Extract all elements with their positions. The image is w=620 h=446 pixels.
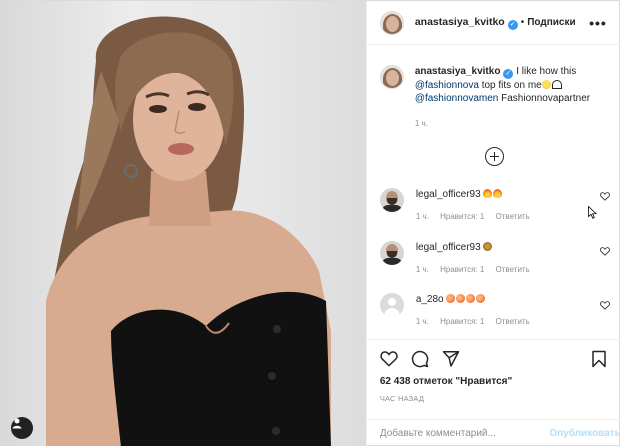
commenter-avatar[interactable] xyxy=(379,241,404,265)
heart-icon[interactable] xyxy=(380,350,398,367)
mention-link[interactable]: @fashionnovamen xyxy=(415,93,499,104)
commenter-username[interactable]: legal_officer93 xyxy=(416,189,481,200)
post-side-panel: anastasiya_kvitko ✓ • Подписки ••• anasta… xyxy=(365,1,620,446)
reply-button[interactable]: Ответить xyxy=(496,317,530,326)
post-photo[interactable] xyxy=(1,1,366,446)
commenter-username[interactable]: legal_officer93 xyxy=(416,242,481,253)
comment-likes-link[interactable]: Нравится: 1 xyxy=(440,212,484,221)
comment-time: 1 ч. xyxy=(415,317,429,326)
fire-emoji-icon xyxy=(483,189,493,198)
load-more-comments-icon[interactable] xyxy=(484,147,504,166)
caption-text-part: top fits on me xyxy=(481,80,542,91)
reply-button[interactable]: Ответить xyxy=(496,265,530,274)
commenter-avatar[interactable] xyxy=(379,293,404,317)
grin-emoji-icon xyxy=(541,80,551,89)
mouse-cursor-icon xyxy=(588,206,597,219)
commenter-avatar[interactable] xyxy=(379,188,404,212)
comment-item: legal_officer93 1 ч. Нравится: 1 Ответит… xyxy=(379,241,615,274)
comment-likes-link[interactable]: Нравится: 1 xyxy=(440,317,484,326)
user-icon xyxy=(12,418,22,429)
verified-badge-icon: ✓ xyxy=(507,19,518,30)
caption-author-avatar[interactable] xyxy=(379,65,404,89)
peach-emoji-icon xyxy=(456,294,466,303)
comment-item: legal_officer93 1 ч. Нравится: 1 Ответит… xyxy=(379,188,615,221)
caption-text: anastasiya_kvitko ✓ I like how this @fash… xyxy=(415,65,590,130)
add-comment-bar: Опубликовать xyxy=(366,419,620,446)
photo-illustration xyxy=(46,16,331,446)
like-comment-heart-icon[interactable] xyxy=(599,301,610,310)
like-comment-heart-icon[interactable] xyxy=(599,247,610,256)
reply-button[interactable]: Ответить xyxy=(496,212,530,221)
bookmark-icon[interactable] xyxy=(591,350,607,368)
white-heart-emoji-icon xyxy=(551,80,562,89)
caption-text-part: I like how this xyxy=(516,66,577,77)
like-comment-heart-icon[interactable] xyxy=(599,192,610,201)
author-username[interactable]: anastasiya_kvitko ✓ xyxy=(415,16,518,30)
peach-emoji-icon xyxy=(446,294,456,303)
caption-text-part: Fashionnovapartner xyxy=(501,93,591,104)
comment-icon[interactable] xyxy=(411,350,429,368)
peach-emoji-icon xyxy=(466,294,476,303)
comment-item: a_28o 1 ч. Нравится: 1 Ответить xyxy=(379,293,615,326)
comment-likes-link[interactable]: Нравится: 1 xyxy=(440,265,484,274)
comment-time: 1 ч. xyxy=(415,265,429,274)
comment-input[interactable] xyxy=(379,428,539,439)
comment-time: 1 ч. xyxy=(415,212,429,221)
caption-time: 1 ч. xyxy=(414,119,428,128)
post-caption: anastasiya_kvitko ✓ I like how this @fash… xyxy=(379,65,610,130)
mention-link[interactable]: @fashionnova xyxy=(415,80,479,91)
post-header: anastasiya_kvitko ✓ • Подписки ••• xyxy=(366,1,620,45)
caption-username[interactable]: anastasiya_kvitko xyxy=(415,66,501,77)
peach-emoji-icon xyxy=(476,294,486,303)
verified-badge-icon: ✓ xyxy=(503,69,514,79)
publish-button[interactable]: Опубликовать xyxy=(549,428,620,439)
likes-count[interactable]: 62 438 отметок "Нравится" xyxy=(380,376,512,387)
money-bag-emoji-icon xyxy=(483,242,493,251)
instagram-post-modal: anastasiya_kvitko ✓ • Подписки ••• anasta… xyxy=(0,0,620,446)
following-button[interactable]: Подписки xyxy=(527,17,575,28)
post-timestamp: ЧАС НАЗАД xyxy=(379,394,425,403)
fire-emoji-icon xyxy=(493,189,503,198)
more-options-icon[interactable]: ••• xyxy=(589,15,607,31)
author-avatar[interactable] xyxy=(379,10,404,35)
header-separator: • xyxy=(520,17,525,28)
share-icon[interactable] xyxy=(442,350,460,367)
tagged-users-button[interactable] xyxy=(11,417,33,439)
commenter-username[interactable]: a_28o xyxy=(416,294,444,305)
